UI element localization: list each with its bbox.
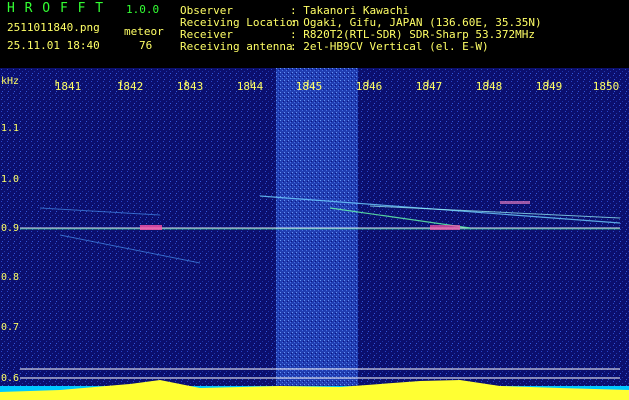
y-tick-label: 1.1 — [1, 123, 20, 134]
meteor-echo — [430, 225, 460, 230]
meteor-count: 76 — [139, 39, 153, 52]
x-tick-label: 1844 — [236, 80, 264, 93]
x-tick-label: 1848 — [475, 80, 503, 93]
y-tick-label: 0.9 — [1, 223, 20, 234]
y-tick-label: 0.6 — [1, 373, 20, 384]
y-axis-unit: kHz — [1, 76, 20, 87]
app-version: 1.0.0 — [126, 3, 160, 16]
x-tick-label: 1850 — [592, 80, 620, 93]
app-name: H R O F F T — [7, 1, 105, 16]
header-panel: H R O F F T 1.0.0 2511011840.png meteor … — [0, 0, 629, 68]
antenna-label: Receiving antenna — [180, 40, 293, 53]
x-tick-label: 1845 — [295, 80, 323, 93]
spectrogram — [0, 68, 629, 400]
x-tick-label: 1847 — [415, 80, 443, 93]
meteor-echo — [140, 225, 162, 230]
y-tick-label: 0.8 — [1, 272, 20, 283]
datetime: 25.11.01 18:40 — [7, 39, 100, 52]
x-tick-label: 1841 — [54, 80, 82, 93]
x-tick-label: 1843 — [176, 80, 204, 93]
antenna-value: : 2el-HB9CV Vertical (el. E-W) — [290, 40, 489, 53]
x-tick-label: 1849 — [535, 80, 563, 93]
x-tick-label: 1846 — [355, 80, 383, 93]
y-tick-label: 1.0 — [1, 174, 20, 185]
interference-band — [276, 68, 358, 386]
file-name: 2511011840.png — [7, 21, 100, 34]
y-tick-label: 0.7 — [1, 322, 20, 333]
meteor-echo — [500, 201, 530, 204]
x-tick-label: 1842 — [116, 80, 144, 93]
category-label: meteor — [124, 25, 164, 38]
